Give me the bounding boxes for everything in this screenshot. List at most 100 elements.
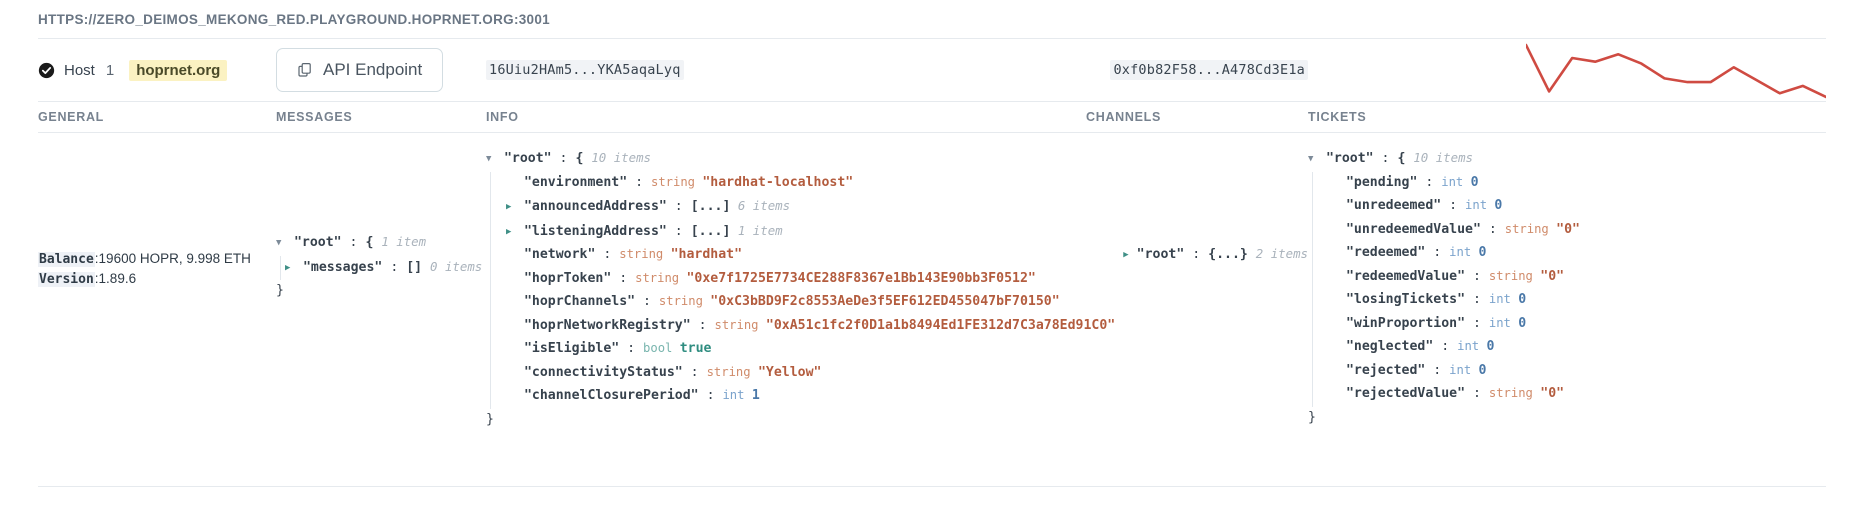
json-row[interactable]: "isEligible" : bool true: [506, 338, 1086, 362]
json-child-count: 0 items: [430, 258, 483, 274]
json-row[interactable]: "unredeemedValue" : string "0": [1328, 219, 1826, 243]
json-value: "hardhat": [670, 247, 743, 262]
json-row[interactable]: "rejected" : int 0: [1328, 360, 1826, 384]
json-count: 1 item: [730, 222, 783, 238]
json-row[interactable]: "connectivityStatus" : string "Yellow": [506, 362, 1086, 386]
json-row[interactable]: "hoprChannels" : string "0xC3bBD9F2c8553…: [506, 291, 1086, 315]
json-row[interactable]: "neglected" : int 0: [1328, 336, 1826, 360]
json-value: "0": [1540, 268, 1565, 284]
row-spacer: [506, 292, 516, 314]
json-row[interactable]: "redeemed" : int 0: [1328, 242, 1826, 266]
chevron-right-icon[interactable]: ▶: [1119, 245, 1128, 267]
json-type: int: [1465, 198, 1495, 212]
chevron-right-icon[interactable]: ▶: [506, 197, 516, 219]
json-row[interactable]: "winProportion" : int 0: [1328, 313, 1826, 337]
json-type: string: [706, 364, 758, 379]
json-row[interactable]: ▶ "listeningAddress" : [...] 1 item: [506, 220, 1086, 245]
channels-column: ▶ "root" : {...} 2 items: [1086, 147, 1308, 268]
json-row[interactable]: "hoprToken" : string "0xe7f1725E7734CE28…: [506, 268, 1086, 292]
json-child-row[interactable]: ▶ "messages" : [] 0 items: [280, 255, 486, 280]
json-type: string: [1488, 268, 1541, 283]
json-row[interactable]: ▶ "announcedAddress" : [...] 6 items: [506, 195, 1086, 220]
json-value: "Yellow": [757, 364, 822, 380]
json-key: "hoprNetworkRegistry": [516, 317, 691, 333]
json-value: [...]: [690, 199, 731, 214]
tickets-json-tree: ▼ "root" : { 10 items "pending" : int 0 …: [1308, 147, 1826, 428]
column-header-messages: MESSAGES: [276, 110, 353, 124]
json-root-count: 10 items: [591, 150, 652, 165]
json-colon: :: [1465, 386, 1489, 401]
json-row[interactable]: "losingTickets" : int 0: [1328, 289, 1826, 313]
json-key: "losingTickets": [1338, 292, 1466, 307]
json-value: 1: [751, 388, 760, 403]
json-row[interactable]: "hoprNetworkRegistry" : string "0xA51c1f…: [506, 315, 1115, 339]
json-key: "unredeemed": [1338, 198, 1442, 213]
json-type: int: [722, 388, 752, 402]
row-spacer: [506, 269, 516, 291]
json-colon: :: [698, 388, 723, 403]
json-root-brace: {: [575, 151, 584, 166]
json-type: string: [619, 247, 671, 261]
peer-id-value[interactable]: 16Uiu2HAm5...YKA5aqaLyq: [486, 60, 684, 80]
json-row[interactable]: "pending" : int 0: [1328, 172, 1826, 196]
json-row[interactable]: "environment" : string "hardhat-localhos…: [506, 172, 1086, 196]
balance-line: Balance:19600 HOPR, 9.998 ETH: [38, 249, 276, 269]
chevron-down-icon[interactable]: ▼: [486, 149, 496, 171]
json-value: [...]: [690, 223, 731, 239]
json-root-key: "root": [293, 235, 342, 250]
json-row[interactable]: "redeemedValue" : string "0": [1328, 266, 1826, 290]
column-header-tickets: TICKETS: [1308, 110, 1367, 124]
column-content-row: Balance:19600 HOPR, 9.998 ETH Version:1.…: [38, 133, 1826, 430]
column-header-general: GENERAL: [38, 110, 105, 124]
json-type: int: [1488, 292, 1519, 306]
channels-json-tree: ▶ "root" : {...} 2 items: [1086, 147, 1308, 268]
api-endpoint-button[interactable]: API Endpoint: [276, 48, 444, 92]
json-value: 0: [1518, 315, 1527, 331]
json-key: "channelClosurePeriod": [516, 388, 699, 403]
check-circle-icon: [38, 62, 55, 79]
json-key: "listeningAddress": [516, 223, 667, 239]
chevron-right-icon[interactable]: ▶: [285, 258, 295, 280]
row-spacer: [1328, 290, 1338, 312]
row-spacer: [1328, 361, 1338, 383]
json-root-row[interactable]: ▼ "root" : { 1 item: [276, 231, 486, 256]
info-json-tree: ▼ "root" : { 10 items "environment" : st…: [486, 147, 1115, 430]
json-row[interactable]: "network" : string "hardhat": [506, 244, 1086, 268]
json-child-key: "messages": [302, 259, 383, 275]
json-key: "rejectedValue": [1338, 386, 1466, 401]
info-json-rows: "environment" : string "hardhat-localhos…: [490, 171, 1115, 409]
version-value: :1.89.6: [94, 271, 137, 286]
chevron-down-icon[interactable]: ▼: [276, 233, 286, 255]
json-type: int: [1457, 339, 1487, 353]
general-key-values: Balance:19600 HOPR, 9.998 ETH Version:1.…: [38, 249, 276, 289]
json-root-count: 2 items: [1255, 246, 1308, 261]
host-summary-row: Host 1 hoprnet.org API Endpoint 16Uiu2HA…: [38, 39, 1826, 101]
api-endpoint-cell: API Endpoint: [276, 48, 486, 92]
json-root-close: }: [486, 411, 494, 427]
json-root-row[interactable]: ▼ "root" : { 10 items: [486, 147, 1086, 172]
json-count: 6 items: [730, 198, 791, 213]
json-colon: :: [1465, 315, 1489, 331]
json-type: string: [714, 317, 766, 332]
json-row[interactable]: "rejectedValue" : string "0": [1328, 383, 1826, 407]
json-root-value: {...}: [1208, 247, 1248, 262]
json-row[interactable]: "channelClosurePeriod" : int 1: [506, 385, 1086, 409]
json-value: "0": [1556, 221, 1580, 237]
json-key: "winProportion": [1338, 315, 1466, 331]
json-value: "0xe7f1725E7734CE288F8367e1Bb143E90bb3F0…: [686, 270, 1036, 286]
json-root-row[interactable]: ▶ "root" : {...} 2 items: [1086, 243, 1308, 268]
json-root-row[interactable]: ▼ "root" : { 10 items: [1308, 147, 1826, 172]
sparkline-path: [1526, 43, 1826, 99]
row-spacer: [506, 245, 516, 267]
json-type: string: [658, 294, 711, 308]
eth-address-value[interactable]: 0xf0b82F58...A478Cd3E1a: [1110, 60, 1308, 80]
json-key: "announcedAddress": [516, 199, 667, 214]
json-key: "isEligible": [516, 341, 620, 356]
url-bar: HTTPS://ZERO_DEIMOS_MEKONG_RED.PLAYGROUN…: [38, 0, 1826, 38]
json-row[interactable]: "unredeemed" : int 0: [1328, 195, 1826, 219]
json-key: "hoprChannels": [516, 294, 636, 309]
chevron-right-icon[interactable]: ▶: [506, 222, 516, 244]
json-root-brace: {: [365, 235, 374, 250]
chevron-down-icon[interactable]: ▼: [1308, 149, 1318, 171]
row-spacer: [1328, 337, 1338, 359]
